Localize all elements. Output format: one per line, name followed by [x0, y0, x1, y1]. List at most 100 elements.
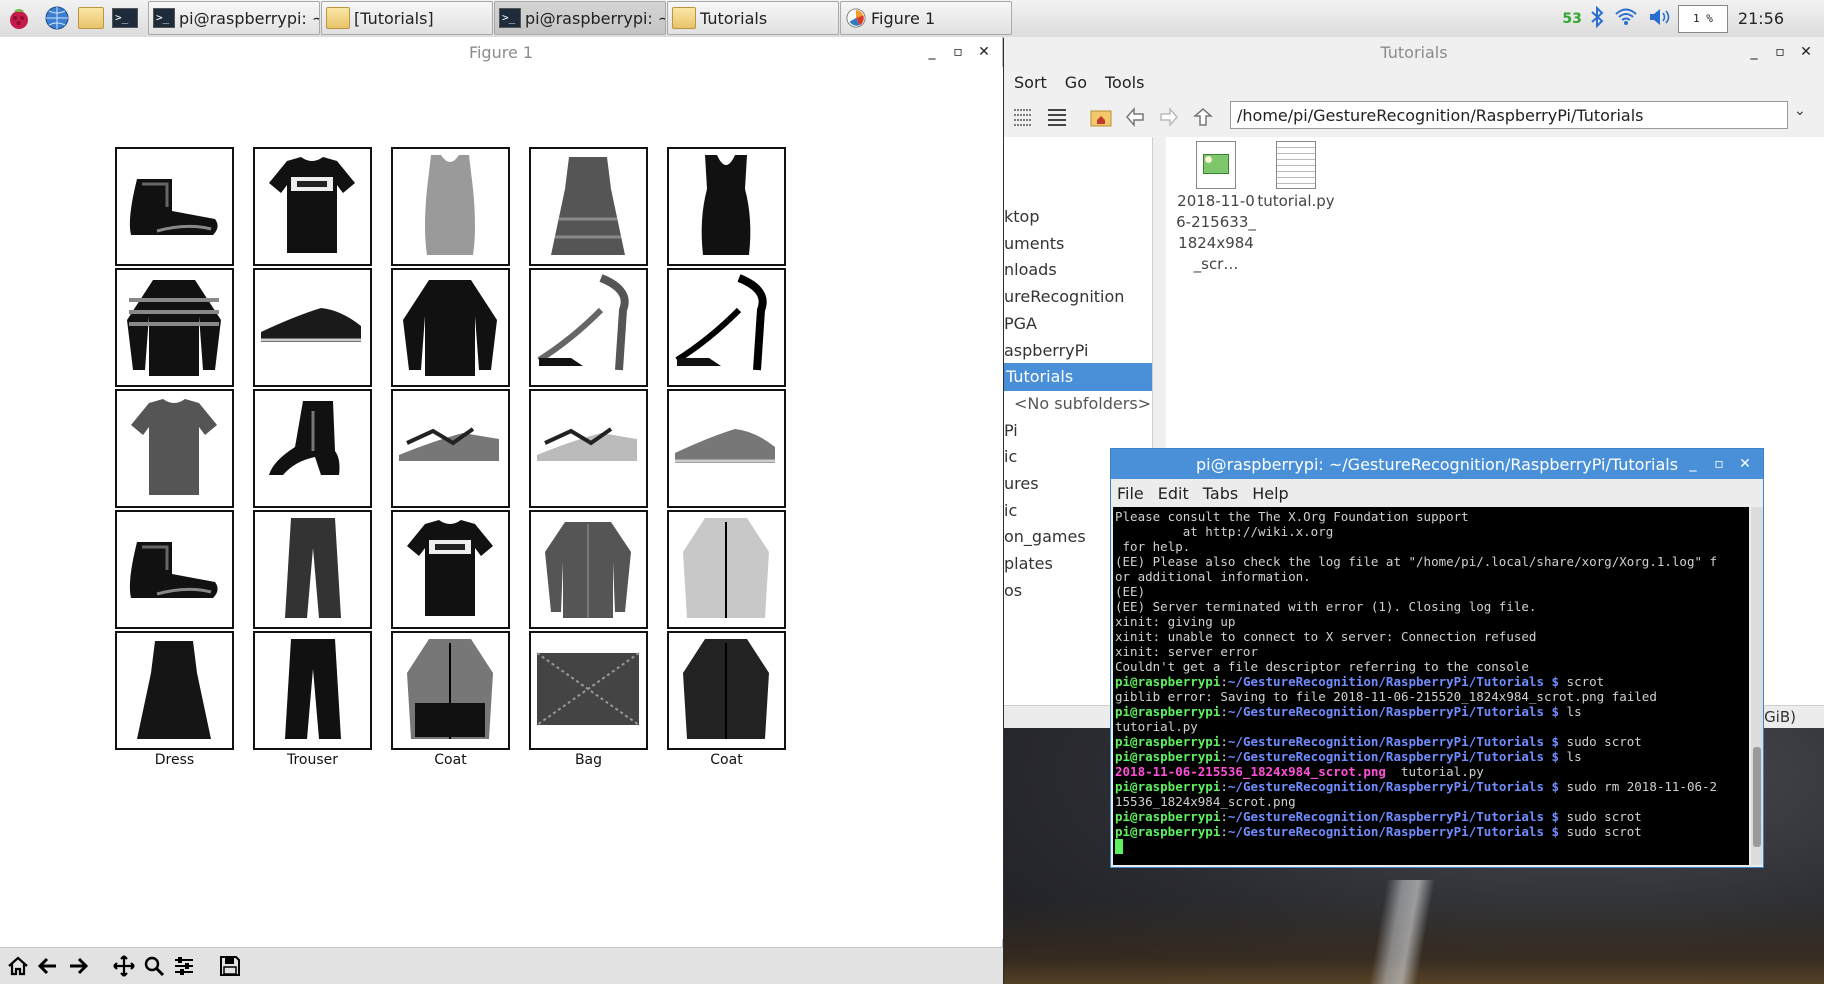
detail-view-icon[interactable]: [1042, 102, 1072, 132]
clothing-image: [667, 389, 786, 508]
figure-subplot: Sneaker: [253, 268, 372, 405]
folder-tree-item[interactable]: nloads: [1004, 256, 1057, 284]
terminal-titlebar[interactable]: pi@raspberrypi: ~/GestureRecognition/Ras…: [1111, 449, 1763, 479]
minimize-button[interactable]: _: [924, 44, 940, 60]
home-icon[interactable]: [6, 954, 30, 978]
subplot-label: Coat: [434, 752, 467, 768]
folder-tree-item[interactable]: ureRecognition: [1004, 283, 1124, 311]
terminal-output-line: 15536_1824x984_scrot.png: [1115, 794, 1296, 809]
prompt-path: ~/GestureRecognition/RaspberryPi/Tutoria…: [1227, 674, 1544, 689]
clothing-image: [253, 147, 372, 266]
forward-arrow-icon[interactable]: [1154, 102, 1184, 132]
menu-tools[interactable]: Tools: [1105, 73, 1144, 92]
terminal-output-line: (EE) Please also check the log file at "…: [1115, 554, 1718, 569]
folder-tree-item[interactable]: ktop: [1004, 203, 1039, 231]
folder-tree-item[interactable]: aspberryPi: [1004, 337, 1088, 365]
chevron-down-icon[interactable]: ⌄: [1794, 103, 1806, 119]
maximize-button[interactable]: ▫: [950, 44, 966, 60]
clothing-image: [115, 147, 234, 266]
menu-edit[interactable]: Edit: [1158, 484, 1189, 503]
folder-tree-item[interactable]: plates: [1004, 550, 1053, 578]
path-input[interactable]: /home/pi/GestureRecognition/RaspberryPi/…: [1230, 101, 1788, 129]
folder-tree-item[interactable]: PGA: [1004, 310, 1037, 338]
cpu-temp: 53: [1562, 10, 1582, 27]
save-icon[interactable]: [218, 954, 242, 978]
prompt-user: pi@raspberrypi: [1115, 674, 1221, 689]
clothing-image: [391, 268, 510, 387]
clock[interactable]: 21:56: [1738, 9, 1784, 28]
file-manager-toolbar: /home/pi/GestureRecognition/RaspberryPi/…: [1004, 97, 1824, 137]
folder-icon: [672, 7, 696, 29]
minimize-button[interactable]: _: [1746, 44, 1762, 60]
close-button[interactable]: ✕: [1798, 44, 1814, 60]
task-figure-1[interactable]: Figure 1: [840, 1, 1012, 35]
folder-tree-item[interactable]: uments: [1004, 230, 1064, 258]
task-tutorials-1[interactable]: [Tutorials]: [321, 1, 493, 35]
volume-icon[interactable]: [1648, 7, 1672, 31]
file-item-tutorial[interactable]: tutorial.py: [1246, 141, 1346, 212]
system-tray: 53 1 % 21:56: [1562, 0, 1824, 37]
maximize-button[interactable]: ▫: [1772, 44, 1788, 60]
figure-subplot: T-shirt/top: [391, 147, 510, 284]
clothing-image: [529, 147, 648, 266]
terminal-menubar: File Edit Tabs Help: [1111, 479, 1289, 507]
image-file-icon: [1196, 141, 1236, 189]
terminal-launcher-icon[interactable]: >_: [110, 4, 140, 32]
folder-tree-item[interactable]: ures: [1004, 470, 1039, 498]
bluetooth-icon[interactable]: [1590, 5, 1604, 32]
list-view-icon[interactable]: [1008, 102, 1038, 132]
task-tutorials-2[interactable]: Tutorials: [667, 1, 839, 35]
raspberry-menu-icon[interactable]: [4, 4, 34, 32]
figure-subplot: Dress: [115, 631, 234, 768]
back-arrow-icon[interactable]: [1120, 102, 1150, 132]
forward-icon[interactable]: [66, 954, 90, 978]
maximize-button[interactable]: ▫: [1711, 456, 1727, 472]
folder-tree-item[interactable]: ic: [1004, 497, 1017, 525]
terminal-output-line: or additional information.: [1115, 569, 1311, 584]
task-terminal-2[interactable]: >_ pi@raspberrypi: ~/Ge…: [494, 1, 666, 35]
cpu-monitor[interactable]: 1 %: [1677, 4, 1728, 33]
wallpaper-road: [1260, 880, 1560, 984]
zoom-icon[interactable]: [142, 954, 166, 978]
terminal-output[interactable]: Please consult the The X.Org Foundation …: [1113, 507, 1749, 865]
terminal-prompt-line: pi@raspberrypi:~/GestureRecognition/Rasp…: [1115, 749, 1582, 764]
folder-tree-item[interactable]: on_games: [1004, 523, 1086, 551]
folder-tree-item[interactable]: Tutorials: [1004, 363, 1152, 392]
folder-tree-item[interactable]: ic: [1004, 443, 1017, 471]
terminal-output-line: giblib error: Saving to file 2018-11-06-…: [1115, 689, 1657, 704]
clothing-image: [253, 510, 372, 629]
close-button[interactable]: ✕: [976, 44, 992, 60]
subplot-label: Coat: [710, 752, 743, 768]
up-arrow-icon[interactable]: [1188, 102, 1218, 132]
figure-titlebar[interactable]: Figure 1 _ ▫ ✕: [0, 37, 1002, 67]
configure-icon[interactable]: [172, 954, 196, 978]
file-manager-icon[interactable]: [76, 4, 106, 32]
folder-tree-item[interactable]: <No subfolders>: [1014, 390, 1151, 418]
home-folder-icon[interactable]: [1086, 102, 1116, 132]
web-browser-icon[interactable]: [42, 4, 72, 32]
pan-icon[interactable]: [112, 954, 136, 978]
terminal-scrollbar[interactable]: [1751, 507, 1763, 865]
terminal-icon: >_: [153, 8, 175, 28]
task-terminal-1[interactable]: >_ pi@raspberrypi: ~/Ge…: [148, 1, 320, 35]
terminal-prompt-line: pi@raspberrypi:~/GestureRecognition/Rasp…: [1115, 779, 1718, 794]
minimize-button[interactable]: _: [1685, 456, 1701, 472]
prompt-path: ~/GestureRecognition/RaspberryPi/Tutoria…: [1227, 809, 1544, 824]
close-button[interactable]: ✕: [1737, 456, 1753, 472]
back-icon[interactable]: [36, 954, 60, 978]
file-name: tutorial.py: [1257, 192, 1335, 210]
figure-subplot: T-shirt/top: [667, 147, 786, 284]
menu-tabs[interactable]: Tabs: [1203, 484, 1238, 503]
menu-sort[interactable]: Sort: [1014, 73, 1047, 92]
wifi-icon[interactable]: [1614, 7, 1638, 31]
menu-help[interactable]: Help: [1252, 484, 1288, 503]
scrollbar-thumb[interactable]: [1753, 747, 1761, 847]
menu-file[interactable]: File: [1117, 484, 1144, 503]
figure-subplot: Coat: [667, 510, 786, 647]
figure-subplot: Shirt: [529, 510, 648, 647]
figure-subplot: T-shirt/top: [253, 147, 372, 284]
file-manager-titlebar[interactable]: Tutorials _ ▫ ✕: [1004, 37, 1824, 67]
folder-tree-item[interactable]: Pi: [1004, 417, 1018, 445]
menu-go[interactable]: Go: [1065, 73, 1087, 92]
folder-tree-item[interactable]: os: [1004, 577, 1022, 605]
